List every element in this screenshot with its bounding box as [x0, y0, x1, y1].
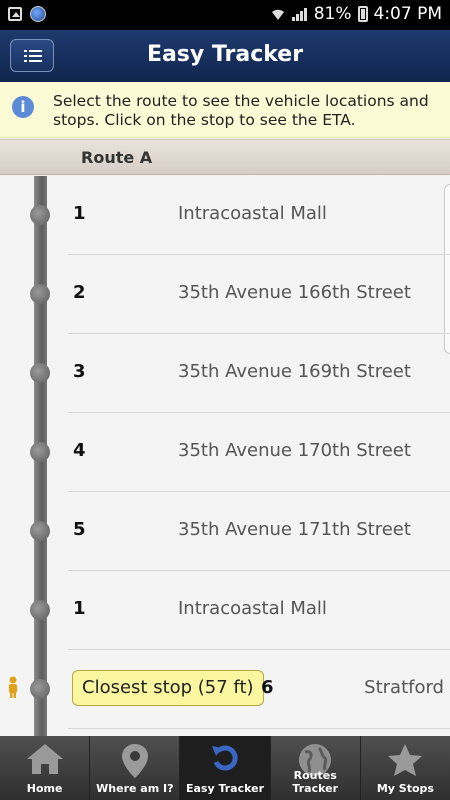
signal-icon: [291, 7, 308, 21]
app-header: Easy Tracker: [0, 30, 450, 82]
wifi-icon: [271, 9, 284, 20]
tab-my-stops[interactable]: My Stops: [361, 736, 450, 800]
stop-marker-icon: [30, 363, 50, 383]
stop-name[interactable]: Stratford: [364, 677, 444, 698]
stop-marker-icon: [30, 679, 50, 699]
stop-marker-icon: [30, 442, 50, 462]
tab-label: Home: [26, 782, 63, 795]
stop-number: 4: [73, 440, 86, 461]
stop-name[interactable]: 35th Avenue 166th Street: [178, 282, 411, 303]
info-icon: i: [12, 96, 34, 118]
status-bar: 81% 4:07 PM: [0, 0, 450, 30]
stop-marker-icon: [30, 600, 50, 620]
stop-marker-icon: [30, 205, 50, 225]
stop-number: 6: [261, 677, 274, 698]
battery-icon: [357, 6, 368, 22]
stop-number: 2: [73, 282, 86, 303]
info-text: Select the route to see the vehicle loca…: [53, 92, 429, 129]
tab-label: Where am I?: [96, 782, 174, 795]
tab-easy-tracker[interactable]: Easy Tracker: [180, 736, 271, 800]
stop-row[interactable]: 1 Intracoastal Mall: [0, 571, 450, 650]
stop-marker-icon: [30, 284, 50, 304]
stop-name[interactable]: Intracoastal Mall: [178, 598, 327, 619]
route-header[interactable]: Route A: [0, 139, 450, 175]
status-right: 81% 4:07 PM: [270, 4, 442, 24]
clock: 4:07 PM: [373, 4, 443, 24]
tab-home[interactable]: Home: [0, 736, 91, 800]
closest-stop-badge[interactable]: Closest stop (57 ft): [72, 670, 264, 706]
refresh-icon: [212, 745, 238, 771]
route-name: Route A: [81, 148, 153, 167]
tab-label: Easy Tracker: [185, 782, 265, 795]
closest-stop-row[interactable]: Closest stop (57 ft) 6 Stratford: [0, 650, 450, 729]
stop-list[interactable]: 1 Intracoastal Mall 2 35th Avenue 166th …: [0, 176, 450, 736]
tab-label: Routes Tracker: [292, 769, 338, 795]
bottom-nav: Home Where am I? Easy Tracker Routes Tra…: [0, 736, 450, 800]
tab-where-am-i[interactable]: Where am I?: [90, 736, 181, 800]
stop-row[interactable]: 5 35th Avenue 171th Street: [0, 492, 450, 571]
stop-row[interactable]: 4 35th Avenue 170th Street: [0, 413, 450, 492]
tab-routes-tracker[interactable]: Routes Tracker: [271, 736, 361, 800]
stop-number: 1: [73, 203, 86, 224]
tab-label: My Stops: [376, 782, 434, 795]
page-title: Easy Tracker: [146, 42, 304, 67]
location-pin-icon: [121, 744, 148, 778]
image-notification-icon: [8, 7, 22, 21]
stop-number: 3: [73, 361, 86, 382]
star-icon: [388, 744, 423, 776]
person-icon: [9, 676, 17, 698]
home-icon: [26, 744, 63, 774]
stop-number: 1: [73, 598, 86, 619]
stop-row[interactable]: 3 35th Avenue 169th Street: [0, 334, 450, 413]
stop-number: 5: [73, 519, 86, 540]
stop-name[interactable]: 35th Avenue 170th Street: [178, 440, 411, 461]
stop-row[interactable]: 1 Intracoastal Mall: [0, 176, 450, 255]
stop-name[interactable]: 35th Avenue 171th Street: [178, 519, 411, 540]
stop-marker-icon: [30, 521, 50, 541]
browser-notification-icon: [30, 6, 46, 22]
info-panel: i Select the route to see the vehicle lo…: [0, 82, 450, 138]
stop-name[interactable]: Intracoastal Mall: [178, 203, 327, 224]
battery-percent: 81%: [313, 4, 352, 24]
row-divider: [68, 728, 450, 729]
status-left: [8, 6, 46, 22]
stop-row[interactable]: 2 35th Avenue 166th Street: [0, 255, 450, 334]
stop-name[interactable]: 35th Avenue 169th Street: [178, 361, 411, 382]
